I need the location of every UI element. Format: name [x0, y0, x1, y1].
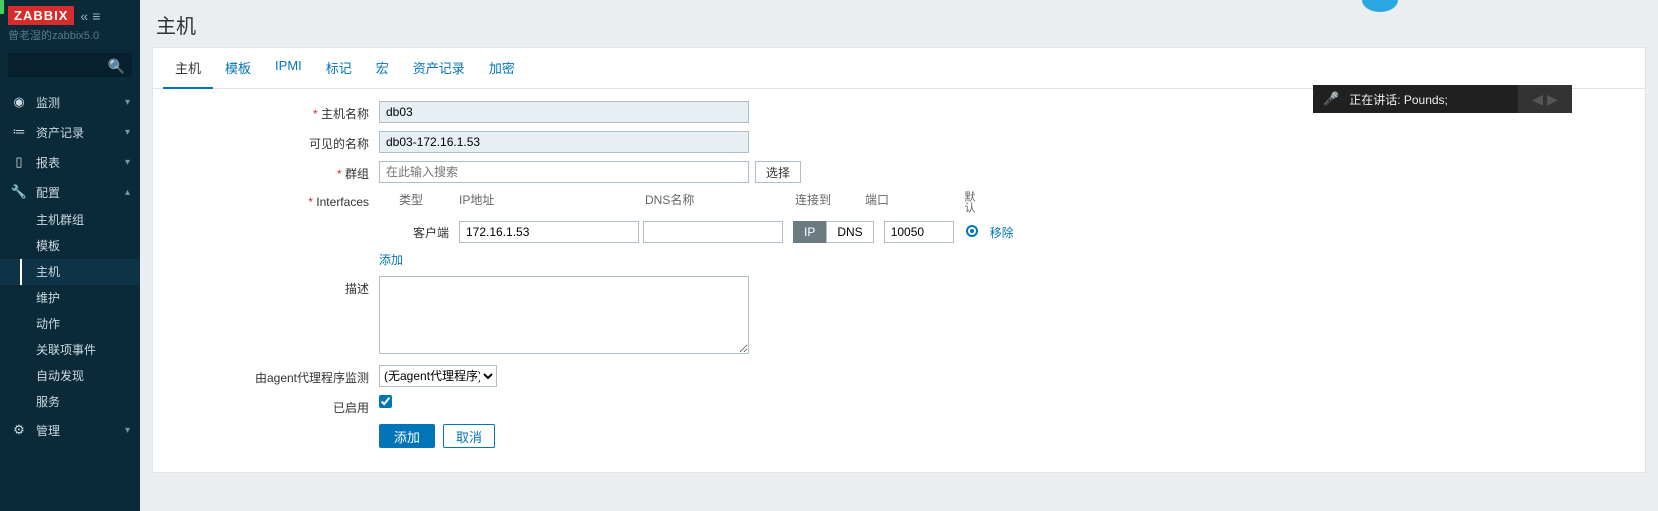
- wrench-icon: 🔧: [10, 184, 28, 200]
- sidebar-item-correlation[interactable]: 关联项事件: [0, 337, 140, 363]
- collapse-icon[interactable]: «: [80, 8, 88, 24]
- submit-button[interactable]: 添加: [379, 424, 435, 448]
- tab-templates[interactable]: 模板: [213, 48, 263, 88]
- iface-ip-input[interactable]: [459, 221, 639, 243]
- enabled-label: 已启用: [169, 395, 379, 416]
- sidebar-search[interactable]: 🔍: [8, 53, 132, 77]
- sidebar-item-hosts[interactable]: 主机: [0, 259, 140, 285]
- logo-row: ZABBIX « ≡: [0, 0, 140, 27]
- list-icon: ≔: [10, 124, 28, 140]
- main: 主机 主机 模板 IPMI 标记 宏 资产记录 加密 主机名称 可见的名称: [140, 0, 1658, 511]
- tab-tags[interactable]: 标记: [314, 48, 364, 88]
- chevron-up-icon: ▴: [125, 187, 130, 198]
- chevron-down-icon: ▾: [125, 157, 130, 168]
- tab-ipmi[interactable]: IPMI: [263, 48, 314, 88]
- speaking-text: 正在讲话: Pounds;: [1349, 91, 1448, 108]
- sidebar-section-inventory[interactable]: ≔ 资产记录 ▾: [0, 117, 140, 147]
- sidebar-section-config[interactable]: 🔧 配置 ▴: [0, 177, 140, 207]
- prev-icon[interactable]: ◀: [1532, 91, 1543, 108]
- sidebar-item-templates[interactable]: 模板: [0, 233, 140, 259]
- proxy-select[interactable]: (无agent代理程序): [379, 365, 497, 387]
- sidebar-section-label: 报表: [36, 154, 60, 171]
- iface-head-type: 类型: [399, 191, 459, 217]
- accent-bar: [0, 0, 4, 14]
- visiblename-input[interactable]: [379, 131, 749, 153]
- iface-remove-link[interactable]: 移除: [990, 224, 1014, 241]
- sidebar-item-hostgroups[interactable]: 主机群组: [0, 207, 140, 233]
- description-textarea[interactable]: [379, 276, 749, 354]
- iface-default-radio[interactable]: [966, 225, 978, 237]
- app-logo[interactable]: ZABBIX: [8, 6, 74, 25]
- host-form: 主机名称 可见的名称 群组 选择 Interfaces: [153, 89, 1645, 472]
- iface-add-link[interactable]: 添加: [379, 253, 403, 267]
- sidebar-section-label: 配置: [36, 184, 60, 201]
- groups-label: 群组: [169, 161, 379, 182]
- sidebar-section-label: 监测: [36, 94, 60, 111]
- groups-input[interactable]: [379, 161, 749, 183]
- tab-inventory[interactable]: 资产记录: [401, 48, 477, 88]
- iface-type: 客户端: [399, 224, 455, 241]
- tabs: 主机 模板 IPMI 标记 宏 资产记录 加密: [153, 48, 1645, 89]
- chevron-down-icon: ▾: [125, 127, 130, 138]
- interface-row: 客户端 IP DNS 移除: [379, 221, 1014, 243]
- chevron-down-icon: ▾: [125, 97, 130, 108]
- gear-icon: ⚙: [10, 422, 28, 438]
- page-title: 主机: [140, 0, 1658, 47]
- iface-head-ip: IP地址: [459, 191, 645, 217]
- connectto-ip-button[interactable]: IP: [793, 221, 826, 243]
- iface-dns-input[interactable]: [643, 221, 783, 243]
- sidebar-item-discovery[interactable]: 自动发现: [0, 363, 140, 389]
- tab-host[interactable]: 主机: [163, 48, 213, 89]
- sidebar-section-monitor[interactable]: ◉ 监测 ▾: [0, 87, 140, 117]
- bar-chart-icon: ▯: [10, 154, 28, 170]
- speaking-indicator: 🎤 正在讲话: Pounds;: [1313, 85, 1518, 113]
- sidebar-item-actions[interactable]: 动作: [0, 311, 140, 337]
- sidebar-section-reports[interactable]: ▯ 报表 ▾: [0, 147, 140, 177]
- next-icon[interactable]: ▶: [1547, 91, 1558, 108]
- speaking-nav[interactable]: ◀ ▶: [1518, 85, 1572, 113]
- interfaces-label: Interfaces: [169, 191, 379, 209]
- iface-head-dns: DNS名称: [645, 191, 795, 217]
- interfaces-header: 类型 IP地址 DNS名称 连接到 端口 默认: [379, 191, 1014, 221]
- proxy-label: 由agent代理程序监测: [169, 365, 379, 386]
- iface-head-conn: 连接到: [795, 191, 865, 217]
- description-label: 描述: [169, 276, 379, 297]
- sidebar-section-label: 管理: [36, 422, 60, 439]
- iface-port-input[interactable]: [884, 221, 954, 243]
- hostname-label: 主机名称: [169, 101, 379, 122]
- eye-icon: ◉: [10, 94, 28, 110]
- sidebar-item-services[interactable]: 服务: [0, 389, 140, 415]
- tab-macros[interactable]: 宏: [364, 48, 401, 88]
- visiblename-label: 可见的名称: [169, 131, 379, 152]
- sidebar: ZABBIX « ≡ 曾老湿的zabbix5.0 🔍 ◉ 监测 ▾ ≔ 资产记录…: [0, 0, 140, 511]
- iface-connectto-segment: IP DNS: [793, 221, 874, 243]
- hamburger-icon[interactable]: ≡: [92, 8, 100, 24]
- iface-head-default: 默认: [953, 191, 977, 217]
- groups-select-button[interactable]: 选择: [755, 161, 801, 183]
- sidebar-item-maintenance[interactable]: 维护: [0, 285, 140, 311]
- sidebar-section-label: 资产记录: [36, 124, 84, 141]
- hostname-input[interactable]: [379, 101, 749, 123]
- sidebar-config-items: 主机群组 模板 主机 维护 动作 关联项事件 自动发现 服务: [0, 207, 140, 415]
- tab-encryption[interactable]: 加密: [477, 48, 527, 88]
- iface-head-port: 端口: [865, 191, 953, 217]
- enabled-checkbox[interactable]: [379, 395, 392, 408]
- sidebar-section-admin[interactable]: ⚙ 管理 ▾: [0, 415, 140, 445]
- mic-icon: 🎤: [1323, 91, 1339, 107]
- cancel-button[interactable]: 取消: [443, 424, 495, 448]
- sidebar-subtitle: 曾老湿的zabbix5.0: [0, 27, 140, 49]
- search-icon[interactable]: 🔍: [108, 58, 125, 75]
- connectto-dns-button[interactable]: DNS: [826, 221, 873, 243]
- chevron-down-icon: ▾: [125, 425, 130, 436]
